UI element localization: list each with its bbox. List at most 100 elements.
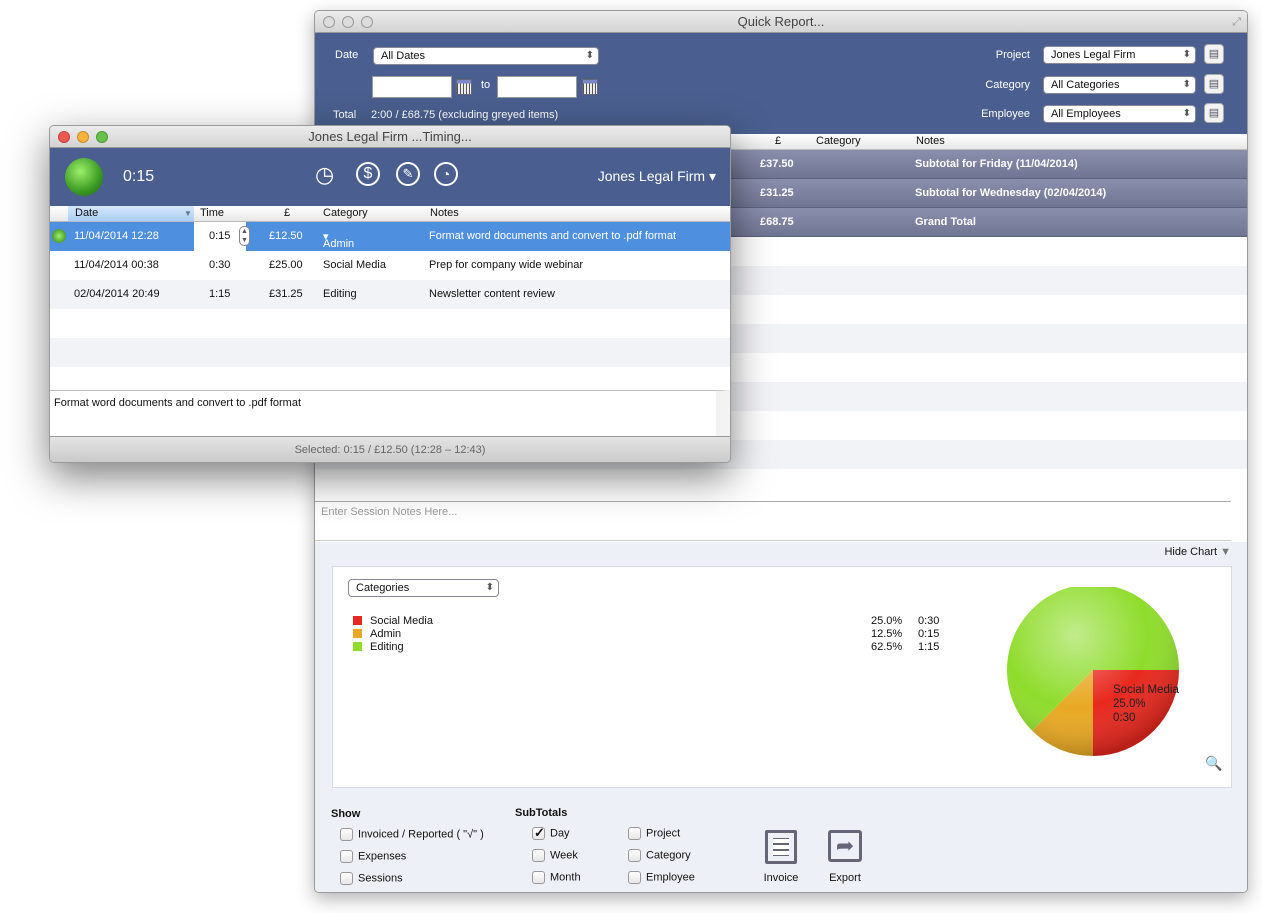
show-option[interactable]: Expenses [340, 850, 406, 863]
checkbox-label: Week [550, 849, 578, 862]
subtotal-option[interactable]: Week [532, 849, 578, 862]
subtotal-option[interactable]: Employee [628, 871, 695, 884]
pie-gloss [1007, 587, 1179, 756]
project-menu[interactable]: Jones Legal Firm ▾ [598, 168, 716, 185]
chart-zoom-icon[interactable]: 🔍 [1205, 755, 1222, 772]
checkbox[interactable] [340, 872, 353, 885]
close-button[interactable] [58, 131, 70, 143]
category-list-button[interactable]: ▤ [1204, 74, 1224, 94]
start-date-field[interactable] [372, 76, 452, 98]
report-icon[interactable]: ◔ [434, 162, 458, 186]
checkbox[interactable] [532, 871, 545, 884]
legend-item: Social Media 25.0% 0:30 [353, 615, 973, 628]
hide-chart-label: Hide Chart [1164, 546, 1218, 558]
checkbox-label: Project [646, 827, 681, 840]
row-date: 02/04/2014 20:49 [74, 288, 160, 300]
checkbox[interactable] [628, 849, 641, 862]
triangle-down-icon: ▼ [1220, 546, 1231, 558]
chart-area: Hide Chart ▼ Categories Social Media 25.0… [315, 542, 1247, 892]
fullscreen-icon[interactable]: ⤢ [1232, 11, 1241, 33]
row-amount: £31.25 [760, 187, 794, 199]
project-list-button[interactable]: ▤ [1204, 44, 1224, 64]
session-notes-field[interactable]: Enter Session Notes Here... [315, 501, 1231, 541]
employee-list-button[interactable]: ▤ [1204, 103, 1224, 123]
timer-header: 0:15 ◷ $ ✎ ◔ Jones Legal Firm ▾ [50, 148, 730, 206]
time-field[interactable]: 0:15 [209, 230, 230, 242]
checkbox[interactable] [340, 828, 353, 841]
export-button[interactable]: ➦ Export [823, 830, 867, 884]
legend-time: 0:30 [918, 615, 940, 627]
subtotal-option[interactable]: Month [532, 871, 581, 884]
minimize-button[interactable] [77, 131, 89, 143]
time-stepper[interactable]: ▲ ▼ [239, 226, 250, 246]
column-date[interactable]: Date [75, 207, 98, 219]
close-button[interactable] [323, 16, 335, 28]
minimize-button[interactable] [342, 16, 354, 28]
show-option[interactable]: Sessions [340, 872, 403, 885]
session-note-field[interactable]: Format word documents and convert to .pd… [50, 390, 730, 436]
timing-table-header: Date ▼ Time £ Category Notes [50, 206, 730, 222]
legend-item: Editing 62.5% 1:15 [353, 641, 973, 654]
legend-swatch [353, 642, 362, 651]
checkbox[interactable] [628, 827, 641, 840]
checkbox[interactable] [628, 871, 641, 884]
end-date-field[interactable] [497, 76, 577, 98]
row-time: 0:30 [209, 259, 231, 271]
legend-time: 0:15 [918, 628, 940, 640]
column-category[interactable]: Category [323, 207, 368, 219]
column-time[interactable]: Time [200, 207, 224, 219]
subtotal-option[interactable]: ✓ Day [532, 825, 570, 840]
checkbox[interactable] [532, 849, 545, 862]
export-icon: ➦ [828, 830, 862, 862]
column-amount[interactable]: £ [284, 207, 290, 219]
table-row[interactable]: 11/04/2014 00:38 0:30 £25.00 Social Medi… [50, 251, 730, 280]
table-row[interactable]: 11/04/2014 12:28 0:15 ▲ ▼ £12.50 Admin ▾ … [50, 222, 730, 251]
title-bar: Quick Report... ⤢ [315, 11, 1247, 33]
table-row[interactable]: 02/04/2014 20:49 1:15 £31.25 Editing New… [50, 280, 730, 309]
project-label: Project [995, 49, 1030, 61]
add-time-icon[interactable]: ◷ [315, 162, 334, 188]
window-title: Quick Report... [737, 14, 825, 29]
subtotals-label: SubTotals [515, 807, 568, 819]
row-category: Editing [323, 288, 357, 300]
filter-header: Date All Dates to Total 2:00 / £68.75 (e… [315, 33, 1247, 134]
show-option[interactable]: Invoiced / Reported ( "√" ) [340, 828, 484, 841]
legend-time: 1:15 [918, 641, 940, 653]
project-select[interactable]: Jones Legal Firm [1043, 46, 1196, 64]
checkbox-label: Employee [646, 871, 695, 884]
pie-label-time: 0:30 [1113, 712, 1135, 724]
checkbox-label: Day [550, 827, 570, 840]
employee-select[interactable]: All Employees [1043, 105, 1196, 123]
row-category: Social Media [323, 259, 386, 271]
subtotal-option[interactable]: Project [628, 827, 680, 840]
chart-type-select[interactable]: Categories [348, 579, 499, 597]
calendar-icon[interactable] [582, 79, 598, 95]
globe-timer-icon[interactable] [65, 158, 103, 196]
elapsed-time: 0:15 [123, 168, 155, 185]
active-timer-icon [52, 229, 66, 243]
subtotal-option[interactable]: Category [628, 849, 691, 862]
checkbox[interactable] [340, 850, 353, 863]
legend-pct: 62.5% [871, 641, 903, 653]
pie-chart: Social Media 25.0% 0:30 [1007, 587, 1179, 756]
row-date: 11/04/2014 00:38 [74, 259, 159, 271]
zoom-button[interactable] [96, 131, 108, 143]
calendar-icon[interactable] [456, 79, 472, 95]
zoom-button[interactable] [361, 16, 373, 28]
column-category[interactable]: Category [816, 135, 861, 147]
employee-label: Employee [981, 108, 1030, 120]
edit-icon[interactable]: ✎ [396, 162, 420, 186]
checkbox[interactable]: ✓ [532, 825, 545, 840]
row-amount: £37.50 [760, 158, 794, 170]
column-amount[interactable]: £ [775, 135, 781, 147]
category-select[interactable]: All Categories [1043, 76, 1196, 94]
category-dropdown[interactable]: Admin ▾ [323, 230, 354, 250]
invoice-button[interactable]: Invoice [761, 830, 801, 884]
date-select[interactable]: All Dates [373, 47, 599, 65]
legend-name: Editing [370, 641, 404, 653]
title-bar: Jones Legal Firm ...Timing... [50, 126, 730, 148]
add-expense-icon[interactable]: $ [356, 162, 380, 186]
column-notes[interactable]: Notes [916, 135, 945, 147]
hide-chart-button[interactable]: Hide Chart ▼ [1164, 546, 1231, 558]
column-notes[interactable]: Notes [430, 207, 459, 219]
